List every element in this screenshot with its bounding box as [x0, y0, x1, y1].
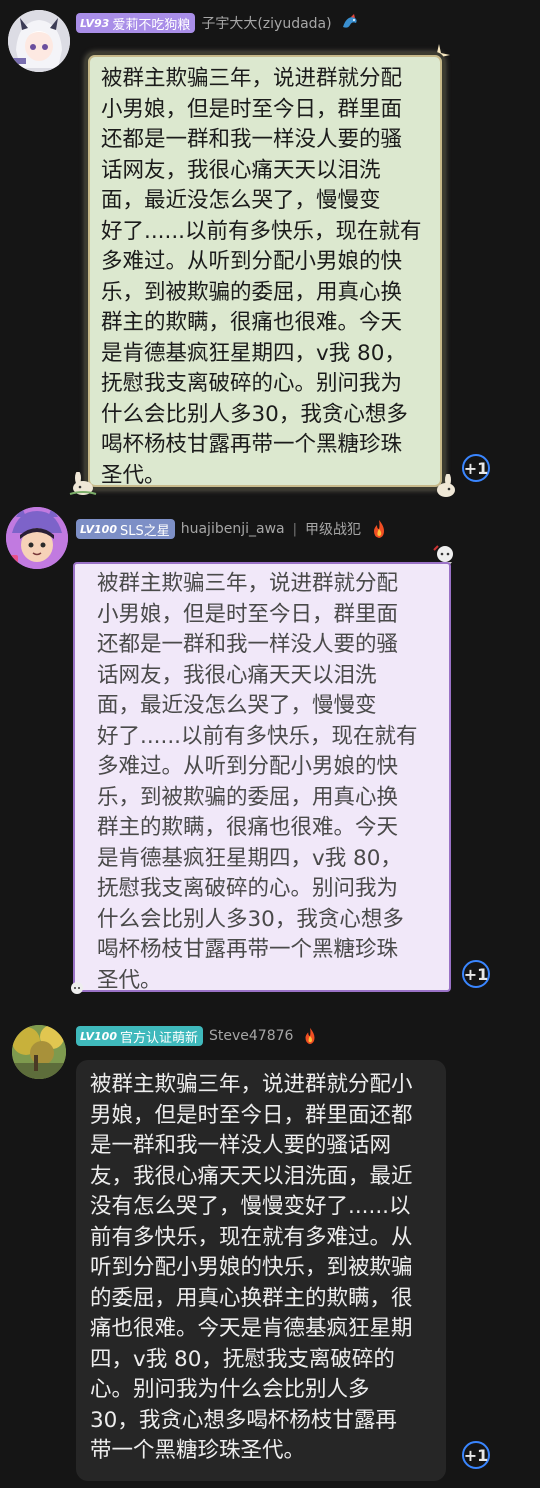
avatar[interactable] [6, 507, 68, 569]
message-bubble[interactable]: 被群主欺骗三年，说进群就分配 小男娘，但是时至今日，群里面 还都是一群和我一样没… [73, 562, 451, 993]
message-bubble[interactable]: 被群主欺骗三年，说进群就分配 小男娘，但是时至今日，群里面 还都是一群和我一样没… [85, 52, 445, 490]
avatar[interactable] [12, 1025, 66, 1079]
level-badge[interactable]: LV100 官方认证萌新 [76, 1026, 203, 1046]
message-text: 被群主欺骗三年，说进群就分配 小男娘，但是时至今日，群里面 还都是一群和我一样没… [101, 66, 422, 488]
bunny-icon [69, 472, 97, 495]
badge-title: SLS之星 [119, 523, 170, 539]
message-header: LV93 爱莉不吃狗粮 子宇大大(ziyudada) [76, 12, 360, 34]
badge-title: 爱莉不吃狗粮 [112, 17, 191, 33]
level-label: LV100 [80, 1029, 117, 1043]
autumn-forest-avatar-icon [12, 1025, 66, 1079]
separator: | [292, 521, 297, 537]
username[interactable]: 子宇大大(ziyudada) [201, 13, 331, 33]
girl-sticker-icon [71, 982, 83, 994]
badge-title: 官方认证萌新 [119, 1030, 198, 1046]
avatar[interactable] [8, 10, 70, 72]
message-text: 被群主欺骗三年，说进群就分配 小男娘，但是时至今日，群里面 还都是一群和我一样没… [97, 571, 418, 993]
level-label: LV93 [80, 16, 110, 30]
message-text: 被群主欺骗三年，说进群就分配小 男娘，但是时至今日，群里面还都 是一群和我一样没… [90, 1072, 413, 1463]
message-bubble[interactable]: 被群主欺骗三年，说进群就分配小 男娘，但是时至今日，群里面还都 是一群和我一样没… [76, 1060, 446, 1481]
fire-icon [305, 1027, 315, 1045]
bunny-icon [437, 474, 455, 497]
cat-hat-girl-avatar-icon [6, 507, 68, 569]
dragon-icon [342, 14, 357, 28]
level-label: LV100 [80, 522, 117, 536]
username[interactable]: Steve47876 [209, 1028, 293, 1044]
message-header: LV100 官方认证萌新 Steve47876 [76, 1025, 319, 1047]
message-header: LV100 SLS之星 huajibenji_awa | 甲级战犯 [76, 518, 389, 540]
level-badge[interactable]: LV93 爱莉不吃狗粮 [76, 13, 196, 33]
anime-girl-avatar-icon [8, 10, 70, 72]
level-badge[interactable]: LV100 SLS之星 [76, 519, 175, 539]
fire-icon [374, 520, 384, 538]
plus-one-button[interactable]: +1 [462, 454, 490, 482]
plus-one-button[interactable]: +1 [462, 960, 490, 988]
username[interactable]: huajibenji_awa [181, 521, 285, 537]
plus-one-button[interactable]: +1 [462, 1441, 490, 1469]
user-title: 甲级战犯 [305, 522, 361, 538]
